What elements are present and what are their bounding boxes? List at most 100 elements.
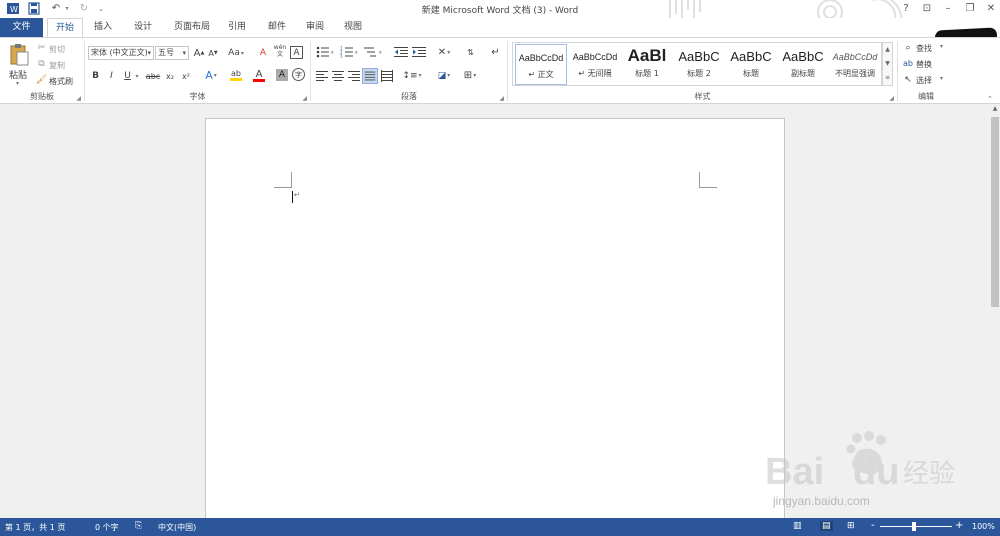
svg-text:▾: ▾ <box>379 50 382 56</box>
font-name-select[interactable]: 宋体 (中文正文) ▾ <box>88 46 154 60</box>
change-case-icon[interactable]: Aa ▾ <box>226 47 246 59</box>
format-painter-label[interactable]: 格式刷 <box>49 76 73 87</box>
copy-icon[interactable]: ⧉ <box>36 58 47 69</box>
tab-home[interactable]: 开始 <box>47 18 83 37</box>
sort-icon[interactable]: ⇅ <box>464 45 477 59</box>
align-center-icon[interactable] <box>332 70 344 82</box>
tab-insert[interactable]: 插入 <box>88 18 118 37</box>
underline-icon[interactable]: U <box>122 70 133 82</box>
vertical-scrollbar[interactable]: ▲ <box>990 105 1000 518</box>
scrollbar-thumb[interactable] <box>991 117 999 307</box>
shrink-font-icon[interactable]: A ▼ <box>207 47 219 59</box>
font-launcher-icon[interactable]: ◢ <box>302 95 307 102</box>
font-group-label: 字体 <box>189 92 206 101</box>
distributed-icon[interactable] <box>381 70 393 82</box>
styles-launcher-icon[interactable]: ◢ <box>889 95 894 102</box>
clipboard-launcher-icon[interactable]: ◢ <box>76 95 81 102</box>
bullets-icon[interactable]: ▾ <box>316 46 336 58</box>
language-indicator[interactable]: 中文(中国) <box>158 522 196 533</box>
phonetic-guide-icon[interactable]: wén 文 <box>273 43 287 59</box>
print-layout-icon[interactable]: ▤ <box>820 521 833 531</box>
tab-file[interactable]: 文件 <box>0 18 43 37</box>
ribbon-tabs: 文件 开始 插入 设计 页面布局 引用 邮件 审阅 视图 <box>0 18 1000 37</box>
borders-icon[interactable]: ⊞ ▾ <box>459 69 481 82</box>
ribbon-home: 粘贴 ▾ ✂ 剪切 ⧉ 复制 🖌 格式刷 剪贴板 ◢ 宋体 (中文正文) ▾ 五号… <box>0 37 1000 104</box>
align-right-icon[interactable] <box>348 70 360 82</box>
enclose-characters-icon[interactable]: 字 <box>292 68 305 81</box>
replace-label[interactable]: 替换 <box>916 59 932 70</box>
increase-indent-icon[interactable] <box>412 46 426 58</box>
proofing-icon[interactable]: ⎘ <box>135 521 142 531</box>
underline-dropdown-icon[interactable]: ▾ <box>134 70 140 82</box>
paste-icon[interactable] <box>8 42 30 68</box>
italic-icon[interactable]: I <box>106 70 117 82</box>
paragraph-group-label: 段落 <box>401 92 417 101</box>
superscript-icon[interactable]: x² <box>179 70 193 82</box>
scroll-up-icon[interactable]: ▲ <box>990 105 1000 115</box>
justify-icon[interactable] <box>362 68 378 84</box>
paste-dropdown-icon[interactable]: ▾ <box>16 80 19 87</box>
copy-label[interactable]: 复制 <box>49 60 65 71</box>
line-spacing-icon[interactable]: ↕≡ ▾ <box>401 69 423 82</box>
font-size-select[interactable]: 五号 ▾ <box>155 46 189 60</box>
tab-mailings[interactable]: 邮件 <box>262 18 292 37</box>
select-dropdown-icon[interactable]: ▾ <box>940 75 943 82</box>
character-border-icon[interactable]: A <box>290 46 303 59</box>
chinese-layout-icon[interactable]: ✕ ▾ <box>433 46 455 58</box>
replace-icon[interactable]: ab <box>903 58 913 69</box>
tab-layout[interactable]: 页面布局 <box>168 18 216 37</box>
find-label[interactable]: 查找 <box>916 43 932 54</box>
restore-icon[interactable]: ❐ <box>962 2 978 15</box>
tab-view[interactable]: 视图 <box>338 18 368 37</box>
font-color-icon[interactable]: A <box>249 69 269 82</box>
decrease-indent-icon[interactable] <box>394 46 408 58</box>
font-name-value: 宋体 (中文正文) <box>91 48 148 57</box>
select-label[interactable]: 选择 <box>916 75 932 86</box>
help-icon[interactable]: ? <box>898 2 914 15</box>
clear-formatting-icon[interactable]: A <box>257 47 269 59</box>
find-dropdown-icon[interactable]: ▾ <box>940 43 943 50</box>
document-page[interactable]: ↵ <box>205 118 785 518</box>
page-count[interactable]: 第 1 页，共 1 页 <box>5 522 65 533</box>
web-layout-icon[interactable]: ⊞ <box>847 521 855 531</box>
shading-icon[interactable]: ◪ ▾ <box>433 69 455 82</box>
zoom-out-button[interactable]: - <box>871 520 875 531</box>
minimize-icon[interactable]: – <box>940 2 956 15</box>
zoom-slider-thumb[interactable] <box>912 522 916 531</box>
text-effects-icon[interactable]: A ▾ <box>201 69 221 82</box>
svg-text:Bai: Bai <box>765 451 824 493</box>
word-count[interactable]: 0 个字 <box>95 522 119 533</box>
cut-icon[interactable]: ✂ <box>36 42 47 53</box>
character-shading-icon[interactable]: A <box>276 69 288 81</box>
find-icon[interactable]: ⌕ <box>903 42 913 53</box>
svg-text:经验: 经验 <box>903 459 955 489</box>
bold-icon[interactable]: B <box>90 70 101 82</box>
tab-references[interactable]: 引用 <box>222 18 252 37</box>
zoom-slider[interactable] <box>880 526 952 527</box>
close-icon[interactable]: ✕ <box>983 2 999 15</box>
chevron-down-icon: ▾ <box>182 49 186 57</box>
paragraph-launcher-icon[interactable]: ◢ <box>499 95 504 102</box>
select-cursor-icon[interactable]: ↖ <box>903 74 913 85</box>
zoom-level[interactable]: 100% <box>972 522 995 531</box>
font-size-value: 五号 <box>158 48 174 57</box>
group-styles: 样式 ◢ <box>508 38 897 104</box>
zoom-in-button[interactable]: + <box>955 520 963 531</box>
title-bar: W ↶ ▾ ↻ ⌄ 新建 Microsoft Word 文档 (3) - Wor… <box>0 0 1000 31</box>
grow-font-icon[interactable]: A ▲ <box>193 47 205 59</box>
align-left-icon[interactable] <box>316 70 328 82</box>
numbering-icon[interactable]: 123 ▾ <box>340 46 360 58</box>
margin-mark-top-right <box>699 172 717 188</box>
tab-review[interactable]: 审阅 <box>300 18 330 37</box>
tab-design[interactable]: 设计 <box>128 18 158 37</box>
multilevel-list-icon[interactable]: ▾ <box>364 46 384 58</box>
subscript-icon[interactable]: x₂ <box>163 70 177 82</box>
strikethrough-icon[interactable]: abc <box>145 70 161 82</box>
cut-label[interactable]: 剪切 <box>49 44 65 55</box>
highlight-icon[interactable]: ab <box>226 69 246 82</box>
ribbon-display-icon[interactable]: ⊡ <box>919 2 935 15</box>
collapse-ribbon-icon[interactable]: ⌃ <box>985 94 995 103</box>
format-painter-icon[interactable]: 🖌 <box>36 74 47 85</box>
show-marks-icon[interactable]: ↵ <box>489 45 502 59</box>
read-mode-icon[interactable]: ▥ <box>793 521 802 531</box>
